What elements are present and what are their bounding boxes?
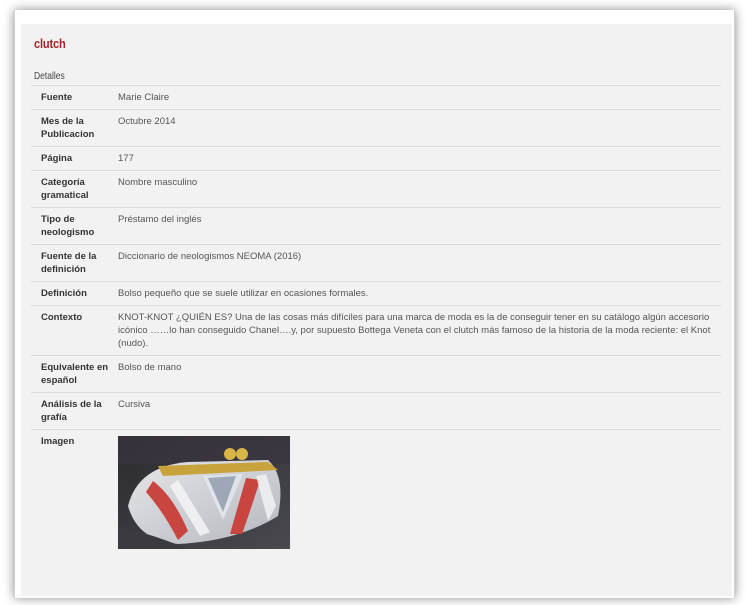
row-label-mes: Mes de la Publicacion (31, 109, 118, 147)
row-label-fuente-definicion: Fuente de la definición (31, 244, 118, 282)
table-row: Página 177 (31, 146, 721, 171)
row-value-tipo: Préstamo del inglés (118, 207, 721, 245)
table-row: Imagen (31, 429, 721, 554)
row-label-contexto: Contexto (31, 305, 118, 356)
row-label-imagen: Imagen (31, 429, 118, 554)
table-row: Categoría gramatical Nombre masculino (31, 170, 721, 208)
section-title: Detalles (34, 71, 65, 82)
row-value-definicion: Bolso pequeño que se suele utilizar en o… (118, 281, 721, 306)
table-row: Tipo de neologismo Préstamo del inglés (31, 207, 721, 245)
table-row: Contexto KNOT-KNOT ¿QUIÉN ES? Una de las… (31, 305, 721, 356)
row-label-tipo: Tipo de neologismo (31, 207, 118, 245)
table-row: Equivalente en español Bolso de mano (31, 355, 721, 393)
entry-panel: clutch Detalles Fuente Marie Claire Mes … (21, 24, 732, 596)
row-value-categoria: Nombre masculino (118, 170, 721, 208)
row-label-definicion: Definición (31, 281, 118, 306)
row-label-analisis: Análisis de la grafía (31, 392, 118, 430)
table-row: Fuente de la definición Diccionario de n… (31, 244, 721, 282)
row-value-fuente-definicion: Diccionario de neologismos NEOMA (2016) (118, 244, 721, 282)
clutch-image[interactable] (118, 436, 290, 549)
term-title: clutch (34, 36, 66, 51)
table-row: Mes de la Publicacion Octubre 2014 (31, 109, 721, 147)
row-label-pagina: Página (31, 146, 118, 171)
row-value-mes: Octubre 2014 (118, 109, 721, 147)
row-value-analisis: Cursiva (118, 392, 721, 430)
table-row: Fuente Marie Claire (31, 85, 721, 110)
table-row: Análisis de la grafía Cursiva (31, 392, 721, 430)
row-value-contexto: KNOT-KNOT ¿QUIÉN ES? Una de las cosas má… (118, 305, 721, 356)
details-table: Fuente Marie Claire Mes de la Publicacio… (31, 85, 721, 554)
table-row: Definición Bolso pequeño que se suele ut… (31, 281, 721, 306)
row-label-categoria: Categoría gramatical (31, 170, 118, 208)
row-label-fuente: Fuente (31, 85, 118, 110)
row-value-fuente: Marie Claire (118, 85, 721, 110)
row-value-equivalente: Bolso de mano (118, 355, 721, 393)
row-label-equivalente: Equivalente en español (31, 355, 118, 393)
row-value-pagina: 177 (118, 146, 721, 171)
